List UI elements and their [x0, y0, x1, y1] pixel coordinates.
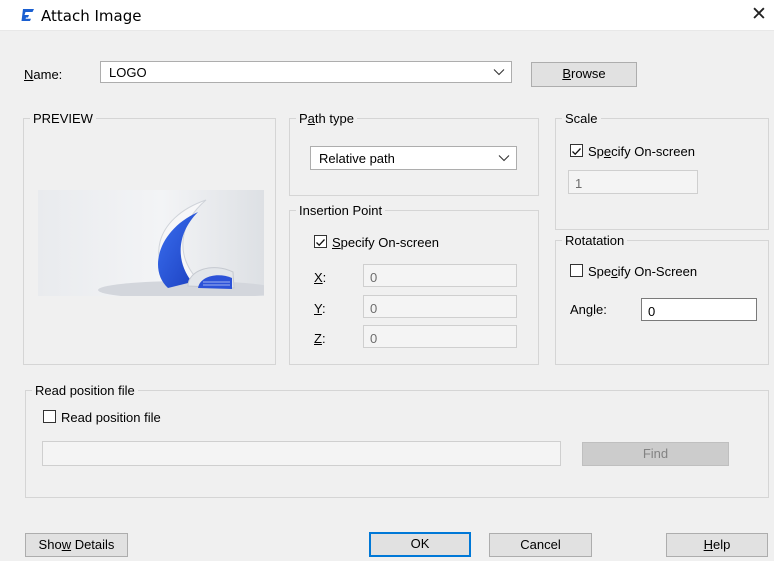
y-label: Y: [314, 301, 326, 316]
position-file-path-input[interactable] [42, 441, 561, 466]
x-input[interactable]: 0 [363, 264, 517, 287]
name-value: LOGO [109, 65, 147, 80]
rotation-legend: Rotatation [562, 233, 628, 248]
scale-input[interactable]: 1 [568, 170, 698, 194]
scale-specify-checkbox[interactable] [570, 144, 583, 157]
angle-label: Angle: [570, 302, 607, 317]
y-input[interactable]: 0 [363, 295, 517, 318]
app-logo-icon [21, 9, 34, 21]
scale-specify-label: Specify On-screen [588, 144, 695, 159]
insertion-point-legend: Insertion Point [296, 203, 386, 218]
preview-image [38, 190, 264, 296]
preview-legend: PREVIEW [30, 111, 96, 126]
rotation-specify-checkbox[interactable] [570, 264, 583, 277]
checkmark-icon [572, 148, 581, 156]
rotation-specify-label: Specify On-Screen [588, 264, 698, 279]
x-label: X: [314, 270, 327, 285]
z-input[interactable]: 0 [363, 325, 517, 348]
chevron-down-icon [493, 69, 505, 76]
scale-legend: Scale [562, 111, 601, 126]
chevron-down-icon [498, 155, 510, 162]
show-details-button[interactable]: Show Details [25, 533, 128, 557]
name-label: Name: [24, 67, 63, 82]
read-position-legend: Read position file [32, 383, 138, 398]
find-button[interactable]: Find [582, 442, 729, 466]
browse-button[interactable]: Browse [531, 62, 637, 87]
path-type-legend: Path type [296, 111, 357, 126]
path-type-dropdown[interactable]: Relative path [310, 146, 517, 170]
checkmark-icon [316, 239, 325, 247]
read-position-label: Read position file [61, 410, 161, 425]
ok-button[interactable]: OK [369, 532, 471, 557]
angle-input[interactable]: 0 [641, 298, 757, 321]
close-icon[interactable]: ✕ [748, 5, 770, 25]
z-label: Z: [314, 331, 326, 346]
window-title: Attach Image [41, 7, 142, 25]
read-position-checkbox[interactable] [43, 410, 56, 423]
cancel-button[interactable]: Cancel [489, 533, 592, 557]
help-button[interactable]: Help [666, 533, 768, 557]
path-type-value: Relative path [319, 151, 395, 166]
insertion-specify-label: Specify On-screen [332, 235, 439, 250]
insertion-specify-checkbox[interactable] [314, 235, 327, 248]
name-dropdown[interactable]: LOGO [100, 61, 512, 83]
